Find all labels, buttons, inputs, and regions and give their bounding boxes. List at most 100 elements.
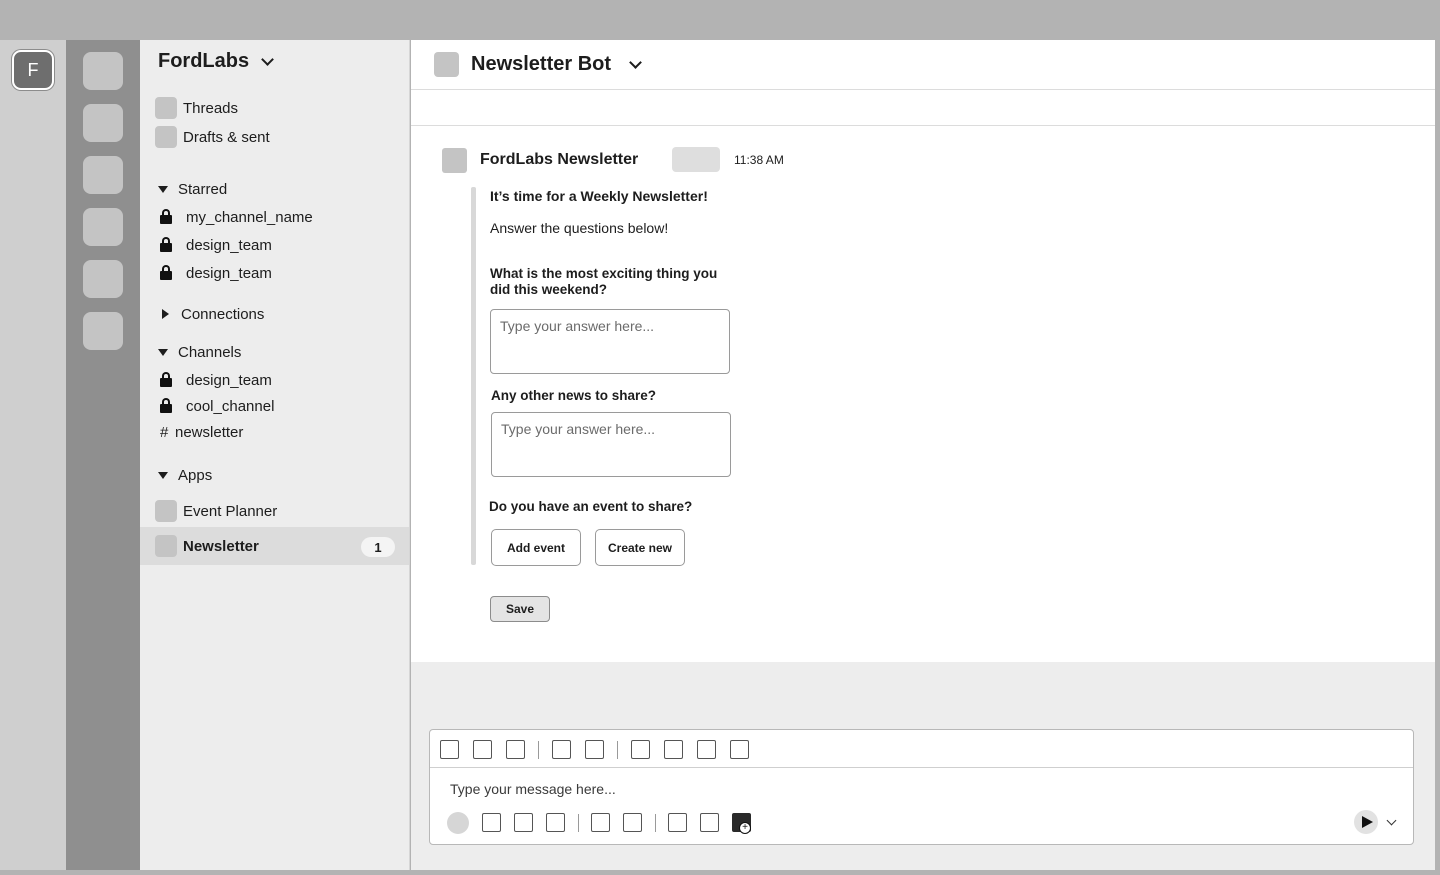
lock-icon xyxy=(160,264,172,280)
rail-app-icon[interactable] xyxy=(83,104,123,142)
avatar[interactable] xyxy=(442,148,467,173)
window-title-bar xyxy=(0,0,1440,40)
form-intro: Answer the questions below! xyxy=(490,220,669,236)
drafts-icon xyxy=(155,126,177,148)
channel-title[interactable]: Newsletter Bot xyxy=(471,53,611,76)
code-icon[interactable] xyxy=(697,740,716,759)
sidebar-item-my-channel-name[interactable]: my_channel_name xyxy=(155,205,313,229)
section-channels-toggle[interactable]: Channels xyxy=(155,340,241,364)
unread-badge: 1 xyxy=(361,537,395,557)
app-icon xyxy=(155,535,177,557)
send-button[interactable] xyxy=(1354,810,1378,834)
formatting-toolbar xyxy=(430,730,1413,768)
conversation-pane: Newsletter Bot FordLabs Newsletter 11:38… xyxy=(411,40,1435,662)
caret-right-icon xyxy=(162,309,169,319)
caret-down-icon xyxy=(158,185,168,193)
answer-input-news[interactable] xyxy=(491,412,731,477)
add-attachment-icon[interactable] xyxy=(447,812,469,834)
hash-icon: # xyxy=(160,423,169,441)
window-edge xyxy=(1435,40,1440,875)
ordered-list-icon[interactable] xyxy=(631,740,650,759)
list-icon[interactable] xyxy=(585,740,604,759)
toolbar-divider xyxy=(578,814,579,832)
lock-icon xyxy=(160,208,172,224)
workspace-name: FordLabs xyxy=(158,50,250,72)
rail-app-icon[interactable] xyxy=(83,312,123,350)
channel-header: Newsletter Bot xyxy=(411,40,1435,90)
rail-app-icon[interactable] xyxy=(83,52,123,90)
sidebar-item-label: my_channel_name xyxy=(186,208,313,226)
message-timestamp[interactable]: 11:38 AM xyxy=(734,153,784,167)
chevron-down-icon[interactable] xyxy=(629,56,642,69)
slash-command-icon[interactable] xyxy=(700,813,719,832)
workspace-name-menu[interactable]: FordLabs xyxy=(158,50,274,73)
answer-input-weekend[interactable] xyxy=(490,309,730,374)
create-new-button[interactable]: Create new xyxy=(595,529,685,566)
rail-app-icon[interactable] xyxy=(83,260,123,298)
mention-icon[interactable] xyxy=(546,813,565,832)
section-apps-toggle[interactable]: Apps xyxy=(155,463,212,487)
sidebar-item-label: Newsletter xyxy=(183,537,259,555)
bold-icon[interactable] xyxy=(440,740,459,759)
quote-icon[interactable] xyxy=(664,740,683,759)
section-label: Connections xyxy=(181,305,265,323)
sidebar-item-cool-channel[interactable]: cool_channel xyxy=(155,394,274,418)
message-input[interactable] xyxy=(450,781,1050,797)
sidebar-item-design-team[interactable]: design_team xyxy=(155,368,272,392)
message-author[interactable]: FordLabs Newsletter xyxy=(480,151,638,169)
sidebar-item-design-team[interactable]: design_team xyxy=(155,261,272,285)
sidebar-item-drafts[interactable]: Drafts & sent xyxy=(155,125,270,149)
app-icon xyxy=(155,500,177,522)
code-block-icon[interactable] xyxy=(730,740,749,759)
save-button[interactable]: Save xyxy=(490,596,550,622)
sidebar-item-event-planner[interactable]: Event Planner xyxy=(155,499,277,523)
section-label: Starred xyxy=(178,180,228,198)
section-label: Apps xyxy=(178,466,213,484)
italic-icon[interactable] xyxy=(473,740,492,759)
sidebar-item-newsletter[interactable]: # newsletter xyxy=(155,420,243,444)
strikethrough-icon[interactable] xyxy=(506,740,525,759)
workspace-switcher-button[interactable]: F xyxy=(12,50,54,90)
format-icon[interactable] xyxy=(482,813,501,832)
lock-icon xyxy=(160,236,172,252)
channel-sidebar: FordLabs Threads Drafts & sent Starred m… xyxy=(140,40,410,870)
sidebar-item-label: Event Planner xyxy=(183,502,278,520)
app-tag xyxy=(672,147,720,172)
sidebar-item-label: Drafts & sent xyxy=(183,128,270,146)
shortcut-icon[interactable] xyxy=(668,813,687,832)
chevron-down-icon xyxy=(261,53,274,66)
lock-icon xyxy=(160,397,172,413)
section-label: Channels xyxy=(178,343,242,361)
attachment-bar xyxy=(471,187,476,565)
caret-down-icon xyxy=(158,348,168,356)
link-icon[interactable] xyxy=(552,740,571,759)
window-edge xyxy=(0,870,1440,875)
emoji-icon[interactable] xyxy=(514,813,533,832)
sidebar-item-label: cool_channel xyxy=(186,397,275,415)
lock-icon xyxy=(160,371,172,387)
add-event-button[interactable]: Add event xyxy=(491,529,581,566)
caret-down-icon xyxy=(158,471,168,479)
sidebar-item-design-team[interactable]: design_team xyxy=(155,233,272,257)
sidebar-item-threads[interactable]: Threads xyxy=(155,96,238,120)
add-calendar-icon[interactable] xyxy=(732,813,751,834)
rail-app-icon[interactable] xyxy=(83,156,123,194)
sidebar-item-label: newsletter xyxy=(175,423,244,441)
question-label: Do you have an event to share? xyxy=(489,499,693,514)
sidebar-item-label: design_team xyxy=(186,264,272,282)
video-icon[interactable] xyxy=(591,813,610,832)
question-label: What is the most exciting thing you did … xyxy=(490,266,718,297)
toolbar-divider xyxy=(617,741,618,759)
channel-subheader xyxy=(411,90,1435,126)
sidebar-item-newsletter-app[interactable]: Newsletter 1 xyxy=(140,527,409,565)
sidebar-item-label: design_team xyxy=(186,371,272,389)
message-composer xyxy=(429,729,1414,845)
toolbar-divider xyxy=(655,814,656,832)
send-icon xyxy=(1361,816,1373,828)
section-connections-toggle[interactable]: Connections xyxy=(155,302,264,326)
section-starred-toggle[interactable]: Starred xyxy=(155,177,227,201)
rail-app-icon[interactable] xyxy=(83,208,123,246)
chevron-down-icon[interactable] xyxy=(1386,815,1397,826)
form-heading: It’s time for a Weekly Newsletter! xyxy=(490,188,708,204)
microphone-icon[interactable] xyxy=(623,813,642,832)
